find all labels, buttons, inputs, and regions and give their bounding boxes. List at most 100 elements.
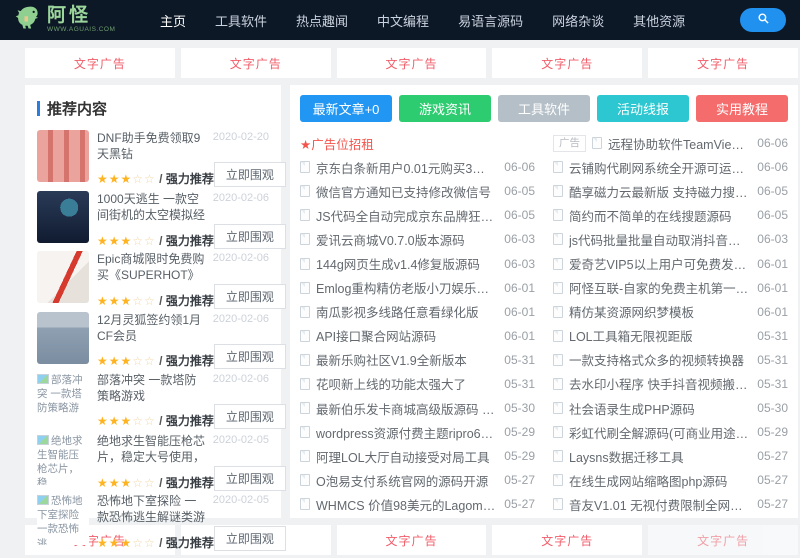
article-title[interactable]: 彩虹代刷全解源码(可商业用途 防黑) bbox=[569, 423, 749, 442]
article-title[interactable]: JS代码全自动完成京东品牌狂欢城活动任务 bbox=[316, 206, 496, 225]
category-button[interactable]: 游戏资讯 bbox=[399, 95, 491, 122]
article-row[interactable]: 爱讯云商城V0.7.0版本源码 06-03 bbox=[300, 227, 535, 251]
item-title[interactable]: DNF助手免费领取9天黑钻 bbox=[97, 130, 208, 162]
article-title[interactable]: 144g网页生成v1.4修复版源码 bbox=[316, 254, 496, 273]
article-row[interactable]: 广告 远程协助软件TeamViewer v11 单文件版 06-06 bbox=[553, 131, 788, 155]
text-ad[interactable]: 文字广告 bbox=[492, 48, 643, 78]
article-title[interactable]: 云铺购代刷网系统全开源可运营程序搭建 bbox=[569, 158, 749, 177]
article-row[interactable]: ★广告位招租 bbox=[300, 131, 535, 155]
article-title[interactable]: 最新乐购社区V1.9全新版本 bbox=[316, 350, 496, 369]
article-row[interactable]: 精仿某资源网织梦模板 06-01 bbox=[553, 300, 788, 324]
article-title[interactable]: Laysns数据迁移工具 bbox=[569, 447, 749, 466]
nav-item[interactable]: 工具软件 bbox=[215, 11, 267, 30]
broken-image-icon[interactable]: 恐怖地下室探险 一款恐怖逃 bbox=[37, 493, 89, 545]
nav-item[interactable]: 网络杂谈 bbox=[552, 11, 604, 30]
article-row[interactable]: 音友V1.01 无视付费限制全网音乐无损免费... 05-27 bbox=[553, 492, 788, 516]
article-row[interactable]: WHMCS 价值98美元的Lagom模板开源 05-27 bbox=[300, 492, 535, 516]
text-ad[interactable]: 文字广告 bbox=[180, 48, 331, 78]
category-button[interactable]: 实用教程 bbox=[696, 95, 788, 122]
article-title[interactable]: 南瓜影视多线路任意看绿化版 bbox=[316, 302, 496, 321]
text-ad[interactable]: 文字广告 bbox=[492, 525, 643, 555]
recommended-item[interactable]: 1000天逃生 一款空间街机的太空模拟经营游戏 2020-02-06 ★★★☆☆… bbox=[37, 190, 286, 249]
article-title[interactable]: 京东白条新用户0.01元购买3个月爱奇艺黄... bbox=[316, 158, 496, 177]
article-row[interactable]: 简约而不简单的在线搜题源码 06-05 bbox=[553, 203, 788, 227]
article-row[interactable]: wordpress资源付费主题ripro6.7含美化包... 05-29 bbox=[300, 420, 535, 444]
article-title[interactable]: 音友V1.01 无视付费限制全网音乐无损免费... bbox=[569, 495, 749, 514]
article-row[interactable]: 酷享磁力云最新版 支持磁力搜索下载和一... 06-05 bbox=[553, 179, 788, 203]
broken-image-icon[interactable]: 部落冲突 一款塔防策略游 bbox=[37, 372, 89, 424]
nav-item[interactable]: 其他资源 bbox=[633, 11, 685, 30]
article-row[interactable]: 花呗新上线的功能太强大了 05-31 bbox=[300, 372, 535, 396]
item-title[interactable]: 12月灵狐签约领1月CF会员 bbox=[97, 312, 208, 344]
article-title[interactable]: API接口聚合网站源码 bbox=[316, 326, 496, 345]
watch-now-button[interactable]: 立即围观 bbox=[213, 162, 286, 188]
article-row[interactable]: 云铺购代刷网系统全开源可运营程序搭建 06-06 bbox=[553, 155, 788, 179]
article-title[interactable]: LOL工具箱无限视距版 bbox=[569, 326, 749, 345]
article-title[interactable]: 阿怪互联-自家的免费主机第一批正式开启 bbox=[569, 278, 749, 297]
nav-item[interactable]: 热点趣闻 bbox=[296, 11, 348, 30]
recommended-item[interactable]: Epic商城限时免费购买《SUPERHOT》游戏 2020-02-06 ★★★☆… bbox=[37, 251, 286, 309]
article-row[interactable]: Emlog重构精仿老版小刀娱乐网HFoldao模... 06-01 bbox=[300, 276, 535, 300]
item-title[interactable]: Epic商城限时免费购买《SUPERHOT》游戏 bbox=[97, 251, 208, 284]
nav-item[interactable]: 主页 bbox=[160, 11, 186, 30]
watch-now-button[interactable]: 立即围观 bbox=[213, 343, 286, 369]
article-row[interactable]: 最新伯乐发卡商城高级版源码 无后门 05-30 bbox=[300, 396, 535, 420]
watch-now-button[interactable]: 立即围观 bbox=[213, 526, 286, 551]
article-row[interactable]: 爱奇艺VIP5以上用户可免费发爱奇艺VIP红包 06-01 bbox=[553, 251, 788, 275]
article-row[interactable]: 在线生成网站缩略图php源码 05-27 bbox=[553, 468, 788, 492]
article-title[interactable]: js代码批量批量自动取消抖音关注 bbox=[569, 230, 749, 249]
item-thumbnail[interactable] bbox=[37, 130, 89, 182]
article-row[interactable]: 去水印小程序 快手抖音视频搬运工上热门... 05-31 bbox=[553, 372, 788, 396]
broken-image-icon[interactable]: 绝地求生智能压枪芯片，稳 bbox=[37, 432, 89, 485]
article-row[interactable]: API接口聚合网站源码 06-01 bbox=[300, 324, 535, 348]
recommended-item[interactable]: DNF助手免费领取9天黑钻 2020-02-20 ★★★☆☆ / 强力推荐 立即… bbox=[37, 130, 286, 188]
item-thumbnail[interactable] bbox=[37, 190, 89, 243]
article-title[interactable]: 最新伯乐发卡商城高级版源码 无后门 bbox=[316, 399, 496, 418]
nav-item[interactable]: 易语言源码 bbox=[458, 11, 523, 30]
article-title[interactable]: 微信官方通知已支持修改微信号 bbox=[316, 182, 496, 201]
article-row[interactable]: O泡易支付系统官网的源码开源 05-27 bbox=[300, 468, 535, 492]
article-row[interactable]: 阿理LOL大厅自动接受对局工具 05-29 bbox=[300, 444, 535, 468]
text-ad[interactable]: 文字广告 bbox=[648, 48, 798, 78]
nav-item[interactable]: 中文编程 bbox=[377, 11, 429, 30]
article-row[interactable]: 彩虹代刷全解源码(可商业用途 防黑) 05-29 bbox=[553, 420, 788, 444]
text-ad[interactable]: 文字广告 bbox=[336, 525, 487, 555]
article-title[interactable]: ★广告位招租 bbox=[300, 134, 527, 153]
watch-now-button[interactable]: 立即围观 bbox=[213, 284, 286, 309]
article-row[interactable]: LOL工具箱无限视距版 05-31 bbox=[553, 324, 788, 348]
recommended-item[interactable]: 部落冲突 一款塔防策略游 部落冲突 一款塔防策略游戏 2020-02-06 ★★… bbox=[37, 372, 286, 430]
article-title[interactable]: 远程协助软件TeamViewer v11 单文件版 bbox=[608, 134, 749, 153]
recommended-item[interactable]: 恐怖地下室探险 一款恐怖逃 恐怖地下室探险 一款恐怖逃生解谜类游戏 2020-0… bbox=[37, 493, 286, 551]
search-button[interactable] bbox=[740, 8, 786, 32]
item-title[interactable]: 绝地求生智能压枪芯片，稳定大号使用，永久免费 bbox=[97, 433, 208, 466]
category-button[interactable]: 活动线报 bbox=[597, 95, 689, 122]
site-logo[interactable]: 阿怪 WWW.AGUAIS.COM bbox=[14, 4, 136, 37]
category-button[interactable]: 最新文章+0 bbox=[300, 95, 392, 122]
watch-now-button[interactable]: 立即围观 bbox=[213, 465, 286, 491]
article-row[interactable]: 南瓜影视多线路任意看绿化版 06-01 bbox=[300, 300, 535, 324]
article-row[interactable]: Laysns数据迁移工具 05-27 bbox=[553, 444, 788, 468]
watch-now-button[interactable]: 立即围观 bbox=[213, 404, 286, 430]
recommended-item[interactable]: 12月灵狐签约领1月CF会员 2020-02-06 ★★★☆☆ / 强力推荐 立… bbox=[37, 311, 286, 369]
text-ad[interactable]: 文字广告 bbox=[648, 525, 798, 555]
article-title[interactable]: 去水印小程序 快手抖音视频搬运工上热门... bbox=[569, 374, 749, 393]
article-title[interactable]: 精仿某资源网织梦模板 bbox=[569, 302, 749, 321]
recommended-item[interactable]: 绝地求生智能压枪芯片，稳 绝地求生智能压枪芯片，稳定大号使用，永久免费 2020… bbox=[37, 432, 286, 491]
watch-now-button[interactable]: 立即围观 bbox=[213, 223, 286, 249]
article-title[interactable]: 爱讯云商城V0.7.0版本源码 bbox=[316, 230, 496, 249]
article-row[interactable]: 144g网页生成v1.4修复版源码 06-03 bbox=[300, 251, 535, 275]
article-title[interactable]: O泡易支付系统官网的源码开源 bbox=[316, 471, 496, 490]
article-title[interactable]: 爱奇艺VIP5以上用户可免费发爱奇艺VIP红包 bbox=[569, 254, 749, 273]
article-row[interactable]: 京东白条新用户0.01元购买3个月爱奇艺黄... 06-06 bbox=[300, 155, 535, 179]
article-row[interactable]: JS代码全自动完成京东品牌狂欢城活动任务 06-05 bbox=[300, 203, 535, 227]
article-row[interactable]: 阿怪互联-自家的免费主机第一批正式开启 06-01 bbox=[553, 276, 788, 300]
article-title[interactable]: WHMCS 价值98美元的Lagom模板开源 bbox=[316, 495, 496, 514]
article-title[interactable]: 简约而不简单的在线搜题源码 bbox=[569, 206, 749, 225]
item-title[interactable]: 恐怖地下室探险 一款恐怖逃生解谜类游戏 bbox=[97, 493, 208, 526]
article-row[interactable]: 社会语录生成PHP源码 05-30 bbox=[553, 396, 788, 420]
article-title[interactable]: wordpress资源付费主题ripro6.7含美化包... bbox=[316, 423, 496, 442]
item-title[interactable]: 部落冲突 一款塔防策略游戏 bbox=[97, 372, 208, 404]
article-title[interactable]: Emlog重构精仿老版小刀娱乐网HFoldao模... bbox=[316, 278, 496, 297]
article-title[interactable]: 酷享磁力云最新版 支持磁力搜索下载和一... bbox=[569, 182, 749, 201]
item-title[interactable]: 1000天逃生 一款空间街机的太空模拟经营游戏 bbox=[97, 191, 208, 224]
